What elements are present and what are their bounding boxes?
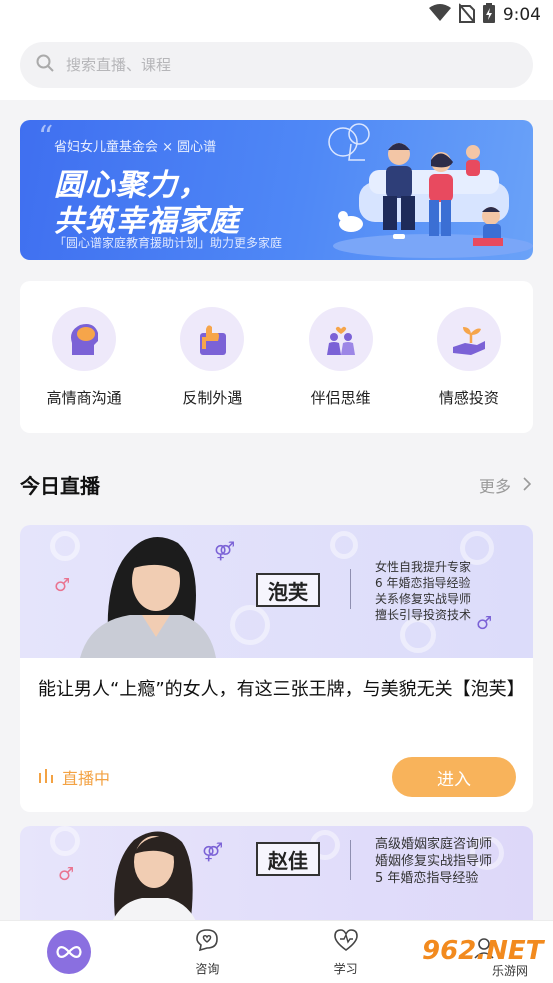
live-card[interactable]: ♂ ⚤ ♂ 泡芙 女性自我提升专家 6 年婚恋指导经验 关系修复实战导师 擅长引… [20, 525, 533, 812]
category-grid: 高情商沟通 反制外遇 伴侣思维 情感投资 [20, 281, 533, 433]
heart-pulse-icon [333, 928, 359, 956]
more-label: 更多 [478, 477, 511, 496]
category-label: 反制外遇 [182, 389, 243, 407]
wifi-icon [428, 4, 451, 26]
chat-heart-icon [195, 928, 219, 956]
host-desc-line: 关系修复实战导师 [375, 592, 472, 606]
category-label: 伴侣思维 [310, 389, 371, 407]
couple-heart-icon [308, 307, 373, 371]
thumbs-up-icon [180, 307, 245, 371]
tab-label: 咨询 [195, 961, 220, 976]
category-partner-thinking[interactable]: 伴侣思维 [286, 307, 396, 433]
host-desc-line: 女性自我提升专家 [375, 560, 472, 574]
status-icons: 9:04 [428, 3, 541, 27]
host-portrait [80, 537, 216, 658]
head-brain-icon [52, 307, 117, 371]
search-bar[interactable] [20, 42, 533, 88]
host-divider [350, 840, 351, 880]
banner-subtitle: 「圆心谱家庭教育援助计划」助力更多家庭 [54, 236, 283, 250]
category-emotional-investment[interactable]: 情感投资 [414, 307, 524, 433]
live-card-banner: ♂ ⚤ 赵佳 高级婚姻家庭咨询师 婚姻修复实战指导师 5 年婚恋指导经验 [20, 826, 533, 926]
quote-mark-icon: “ [38, 120, 54, 155]
live-card-banner: ♂ ⚤ ♂ 泡芙 女性自我提升专家 6 年婚恋指导经验 关系修复实战导师 擅长引… [20, 525, 533, 658]
infinity-home-icon [47, 930, 92, 974]
live-title: 能让男人“上瘾”的女人，有这三张王牌，与美貌无关【泡芙】 [38, 679, 525, 700]
live-status: 直播中 [38, 765, 110, 789]
category-high-eq[interactable]: 高情商沟通 [29, 307, 139, 433]
gender-icon: ♂ [58, 864, 75, 885]
category-label: 高情商沟通 [46, 389, 122, 407]
no-sim-icon [458, 3, 476, 27]
host-portrait [110, 831, 198, 926]
host-name: 赵佳 [256, 842, 320, 876]
battery-icon [482, 3, 495, 27]
category-label: 情感投资 [438, 389, 499, 407]
section-title: 今日直播 [20, 474, 100, 498]
banner-partner: 省妇女儿童基金会 × 圆心谱 [54, 140, 217, 155]
more-link[interactable]: 更多 [478, 473, 532, 497]
search-icon [36, 54, 54, 76]
host-description: 女性自我提升专家 6 年婚恋指导经验 关系修复实战导师 擅长引导投资技术 [375, 559, 471, 623]
chevron-right-icon [523, 476, 532, 495]
host-desc-line: 高级婚姻家庭咨询师 [375, 837, 493, 852]
status-bar: 9:04 [0, 0, 553, 30]
hand-sprout-icon [436, 307, 501, 371]
host-desc-line: 婚姻修复实战指导师 [375, 854, 493, 869]
status-time: 9:04 [502, 5, 541, 25]
host-desc-line: 6 年婚恋指导经验 [375, 576, 471, 590]
host-description: 高级婚姻家庭咨询师 婚姻修复实战指导师 5 年婚恋指导经验 [375, 836, 492, 887]
host-desc-line: 5 年婚恋指导经验 [375, 871, 479, 886]
search-area [0, 30, 553, 100]
watermark-logo: 962.NET 乐游网 [414, 936, 548, 978]
category-anti-affair[interactable]: 反制外遇 [157, 307, 267, 433]
live-card[interactable]: ♂ ⚤ 赵佳 高级婚姻家庭咨询师 婚姻修复实战指导师 5 年婚恋指导经验 [20, 826, 533, 926]
host-name: 泡芙 [256, 573, 320, 607]
host-divider [350, 569, 351, 609]
tab-study[interactable]: 学习 [277, 921, 415, 983]
promo-banner[interactable]: “ 省妇女儿童基金会 × 圆心谱 圆心聚力， 共筑幸福家庭 「圆心谱家庭教育援助… [20, 120, 533, 260]
family-illustration [328, 123, 533, 258]
tab-consult[interactable]: 咨询 [138, 921, 276, 983]
tab-home[interactable] [0, 921, 138, 983]
enter-button[interactable]: 进入 [392, 757, 516, 797]
tab-label: 学习 [333, 961, 358, 976]
search-input[interactable] [66, 56, 466, 74]
host-desc-line: 擅长引导投资技术 [375, 608, 472, 622]
gender-icon: ♂ [54, 575, 71, 596]
live-bars-icon [38, 768, 54, 787]
watermark-sub: 乐游网 [492, 964, 529, 978]
gender-icon: ♂ [476, 613, 493, 634]
live-status-label: 直播中 [62, 769, 111, 788]
